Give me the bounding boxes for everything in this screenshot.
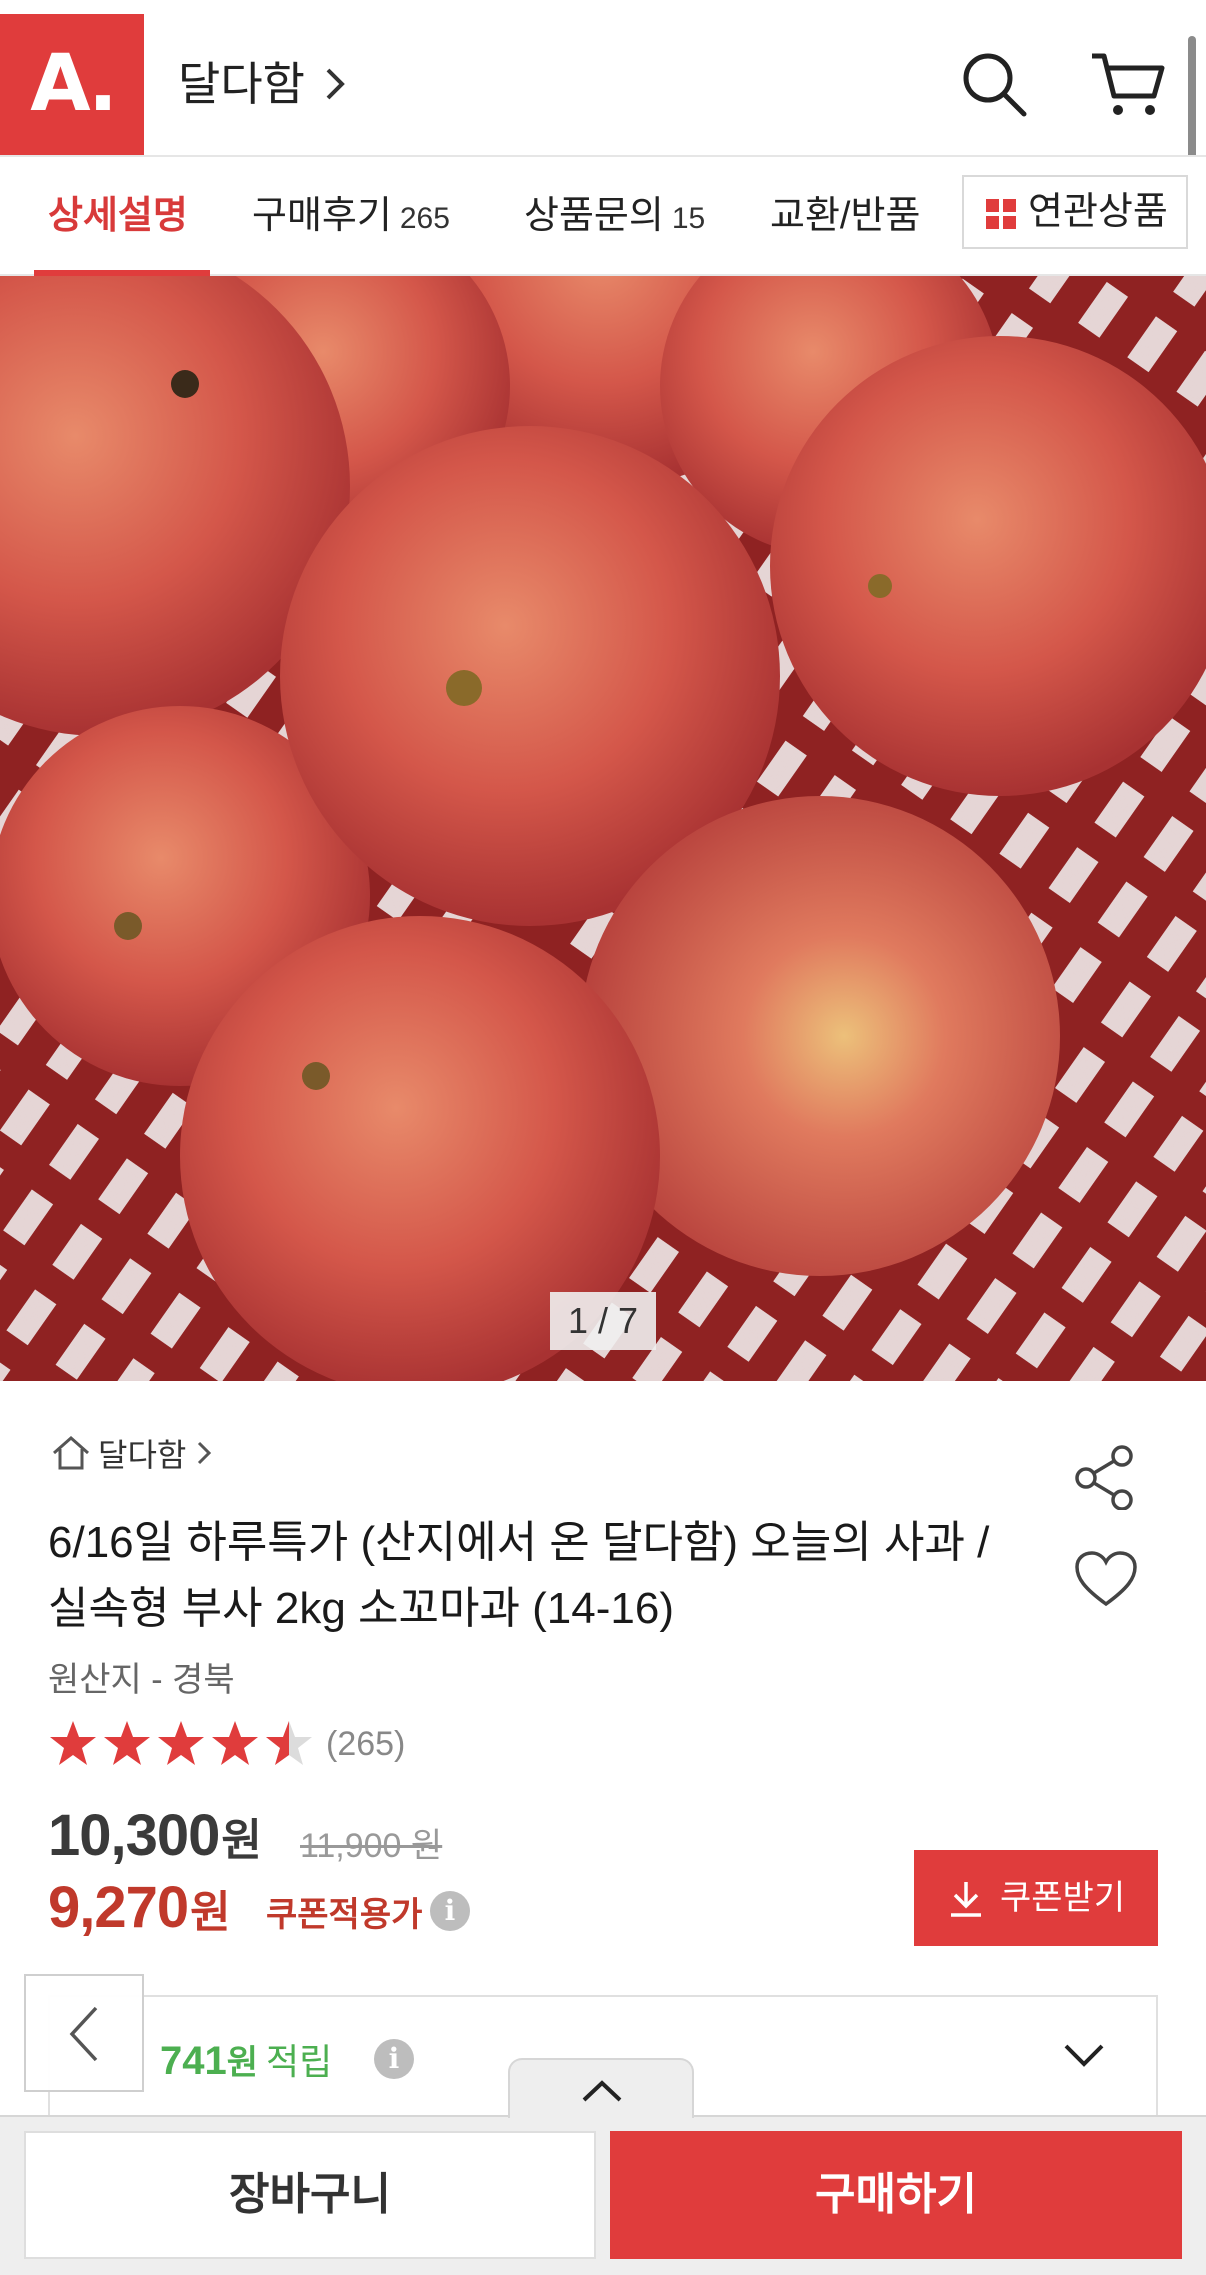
original-price: 11,900 원 [300,1827,443,1865]
tab-detail[interactable]: 상세설명 [48,157,188,276]
image-counter: 1 / 7 [550,1292,656,1350]
info-icon[interactable]: i [430,1891,470,1931]
star-icon [212,1721,258,1765]
brand-link[interactable]: 달다함 [50,1430,222,1476]
related-products-button[interactable]: 연관상품 [962,175,1188,249]
points-unit: 원 [226,2044,259,2082]
tab-qna[interactable]: 상품문의 15 [524,157,705,276]
points-info-icon[interactable]: i [374,2039,414,2079]
brand-name: 달다함 [98,1437,187,1473]
points-info: 741원 적립 [160,2033,332,2085]
buy-now-button[interactable]: 구매하기 [610,2131,1182,2259]
product-title: 6/16일 하루특가 (산지에서 온 달다함) 오늘의 사과 / 실속형 부사 … [48,1518,990,1633]
product-image[interactable] [0,276,1206,1381]
price: 10,300원 [48,1802,262,1869]
home-icon [53,1435,89,1470]
store-name-link[interactable]: 달다함 [178,48,305,114]
chevron-up-icon [582,2080,622,2102]
app-header: A. 달다함 [0,0,1206,155]
tab-exchange-return[interactable]: 교환/반품 [770,157,926,276]
apples-photo [0,276,1206,1381]
chevron-down-icon[interactable] [1062,2041,1106,2069]
coupon-price-label: 쿠폰적용가 [266,1896,423,1934]
coupon-price-unit: 원 [190,1888,230,1937]
chevron-right-icon[interactable] [322,64,350,104]
get-coupon-button[interactable]: 쿠폰받기 [914,1850,1158,1946]
get-coupon-label: 쿠폰받기 [1000,1879,1126,1917]
tab-label: 교환/반품 [770,195,921,237]
review-count: (265) [326,1724,406,1763]
price-unit: 원 [221,1816,261,1865]
star-icon [104,1721,150,1765]
back-button[interactable] [24,1974,144,2092]
tab-reviews[interactable]: 구매후기 265 [252,157,450,276]
price-value: 10,300 [48,1803,220,1868]
expand-handle[interactable] [508,2058,694,2118]
brand-logo[interactable]: A. [0,14,144,155]
tab-label: 상세설명 [48,195,188,237]
chevron-left-icon [69,2006,98,2062]
tab-count: 15 [671,202,706,235]
product-origin: 원산지 - 경북 [48,1661,235,1699]
coupon-price: 9,270원 [48,1874,231,1941]
star-icon [50,1721,96,1765]
grid-icon [986,199,1016,229]
points-value: 741 [160,2039,227,2083]
chevron-right-icon [198,1441,212,1465]
points-label: 적립 [266,2041,333,2082]
coupon-price-value: 9,270 [48,1875,189,1940]
tab-label: 상품문의 [524,195,664,237]
cart-icon[interactable] [1088,48,1166,120]
heart-icon[interactable] [1074,1550,1138,1608]
download-icon [951,1882,981,1917]
tab-count: 265 [399,202,450,235]
share-icon[interactable] [1072,1444,1138,1510]
add-to-cart-button[interactable]: 장바구니 [24,2131,596,2259]
rating-stars[interactable]: (265) [48,1718,405,1770]
star-icon [158,1721,204,1765]
product-tabs: 상세설명 구매후기 265 상품문의 15 교환/반품 연관상품 [0,155,1206,276]
search-icon[interactable] [958,48,1030,120]
half-star-icon [266,1721,312,1765]
related-products-label: 연관상품 [1028,191,1168,233]
tab-label: 구매후기 [252,195,392,237]
